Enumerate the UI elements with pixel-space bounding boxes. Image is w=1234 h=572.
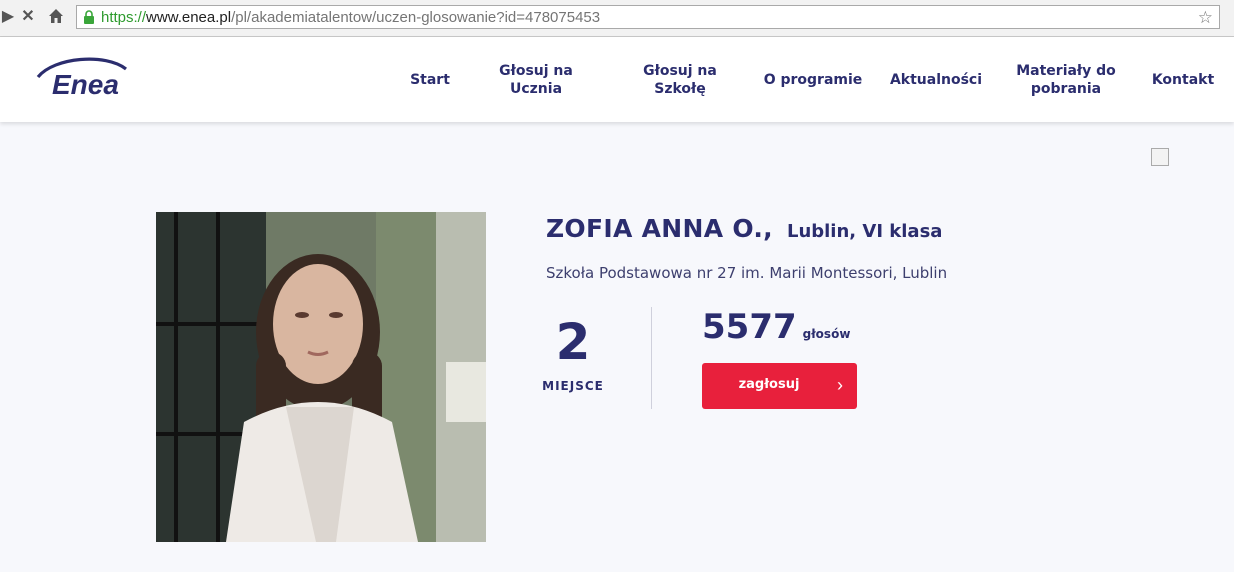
lock-icon — [83, 10, 95, 29]
nav-news[interactable]: Aktualności — [884, 37, 988, 122]
stop-icon[interactable]: ✕ — [18, 7, 38, 27]
nav-downloads[interactable]: Materiały do pobrania — [1010, 37, 1122, 122]
enea-logo[interactable]: Enea — [36, 55, 150, 100]
ranking-place-label: MIEJSCE — [542, 379, 604, 393]
divider — [651, 307, 652, 409]
student-school: Szkoła Podstawowa nr 27 im. Marii Montes… — [546, 264, 948, 282]
back-icon[interactable]: ▶ — [0, 7, 18, 27]
address-bar[interactable]: https://www.enea.pl/pl/akademiatalentow/… — [76, 5, 1220, 29]
student-city-class: Lublin, VI klasa — [786, 221, 943, 242]
votes-count: 5577 — [702, 307, 797, 347]
vote-button-label: zagłosuj — [738, 377, 800, 392]
nav-vote-school[interactable]: Głosuj na Szkołę — [630, 37, 730, 122]
student-name: ZOFIA ANNA O., — [546, 214, 773, 243]
student-heading: ZOFIA ANNA O., Lublin, VI klasa — [546, 214, 942, 243]
nav-vote-student[interactable]: Głosuj na Ucznia — [486, 37, 586, 122]
broken-image-icon — [1151, 148, 1169, 166]
ranking-place: 2 — [555, 313, 591, 371]
student-photo — [156, 212, 486, 542]
vote-button[interactable]: zagłosuj › — [702, 363, 857, 409]
votes-count-row: 5577 głosów — [702, 307, 850, 347]
nav-contact[interactable]: Kontakt — [1146, 37, 1220, 122]
chevron-right-icon: › — [837, 375, 843, 395]
nav-start[interactable]: Start — [398, 37, 462, 122]
svg-text:Enea: Enea — [52, 69, 119, 97]
star-icon[interactable]: ☆ — [1198, 8, 1213, 28]
votes-label: głosów — [802, 327, 851, 341]
home-icon[interactable] — [46, 7, 66, 27]
site-header: Enea Start Głosuj na Ucznia Głosuj na Sz… — [0, 37, 1234, 122]
url-text: https://www.enea.pl/pl/akademiatalentow/… — [101, 9, 601, 26]
browser-toolbar: ▶ ✕ https://www.enea.pl/pl/akademiatalen… — [0, 0, 1234, 37]
nav-about[interactable]: O programie — [758, 37, 868, 122]
